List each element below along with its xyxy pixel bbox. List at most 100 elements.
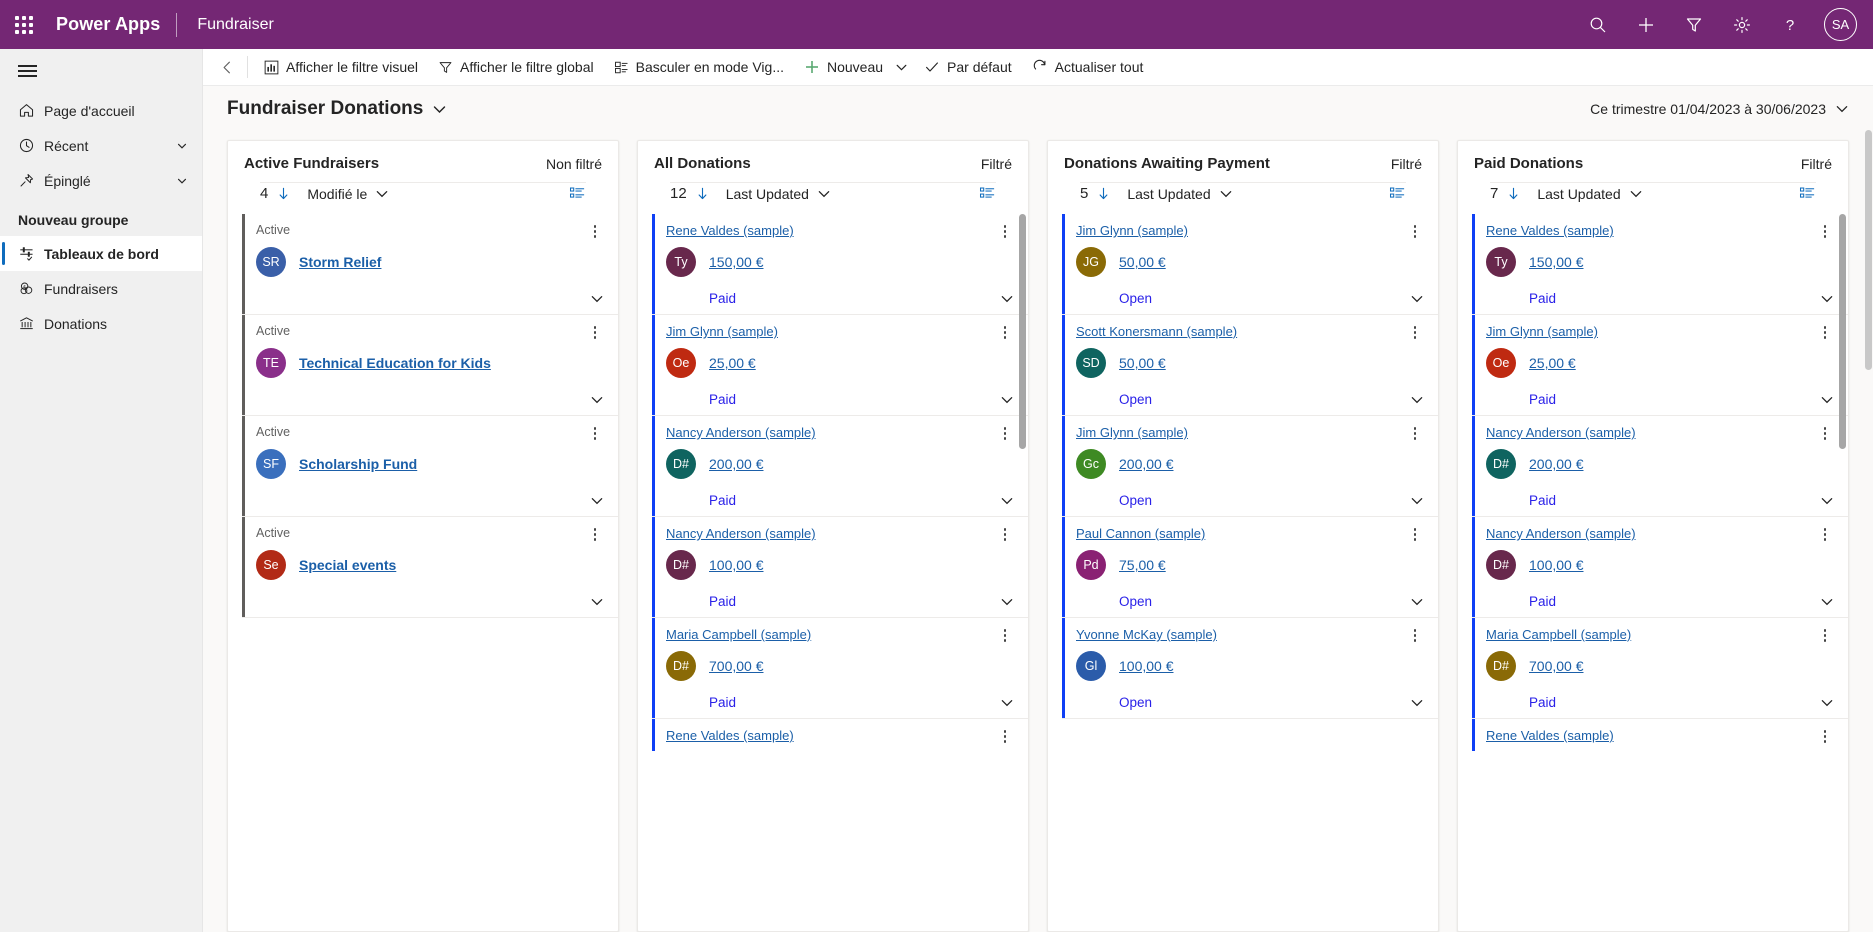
new-button[interactable]: Nouveau	[794, 51, 893, 84]
card-amount-link[interactable]: 100,00 €	[1529, 557, 1584, 573]
default-view-button[interactable]: Par défaut	[914, 51, 1022, 84]
card-expand-button[interactable]	[1410, 696, 1424, 710]
card-more-button[interactable]	[996, 324, 1014, 339]
card[interactable]: Nancy Anderson (sample) D# 100,00 € Paid	[652, 517, 1028, 618]
app-launcher-button[interactable]	[0, 0, 48, 49]
card-expand-button[interactable]	[1000, 595, 1014, 609]
card-state-label[interactable]: Paid	[1529, 493, 1556, 508]
stream-sort-label[interactable]: Modifié le	[307, 186, 367, 202]
card-state-label[interactable]: Open	[1119, 493, 1152, 508]
app-name-label[interactable]: Fundraiser	[177, 16, 273, 34]
show-global-filter-button[interactable]: Afficher le filtre global	[428, 51, 604, 84]
new-button[interactable]	[1622, 0, 1670, 49]
card-contact-link[interactable]: Rene Valdes (sample)	[1486, 223, 1614, 238]
card-contact-link[interactable]: Rene Valdes (sample)	[1486, 728, 1614, 743]
card-more-button[interactable]	[996, 425, 1014, 440]
card-amount-link[interactable]: 100,00 €	[709, 557, 764, 573]
card-title-link[interactable]: Scholarship Fund	[299, 456, 417, 472]
card-more-button[interactable]	[586, 223, 604, 238]
stream-sort-caret[interactable]	[1629, 187, 1643, 201]
card-title-link[interactable]: Technical Education for Kids	[299, 355, 491, 371]
stream-sort-label[interactable]: Last Updated	[1127, 186, 1210, 202]
chevron-down-icon[interactable]	[176, 140, 202, 152]
card-contact-link[interactable]: Nancy Anderson (sample)	[666, 526, 816, 541]
card-state-label[interactable]: Paid	[709, 291, 736, 306]
stream-sort-caret[interactable]	[817, 187, 831, 201]
card[interactable]: Active SR Storm Relief	[242, 214, 618, 315]
card-expand-button[interactable]	[590, 292, 604, 306]
user-avatar[interactable]: SA	[1824, 8, 1857, 41]
card-amount-link[interactable]: 150,00 €	[709, 254, 764, 270]
card-more-button[interactable]	[1816, 627, 1834, 642]
sort-direction-icon[interactable]	[695, 186, 710, 201]
card-amount-link[interactable]: 25,00 €	[709, 355, 756, 371]
card[interactable]: Active Se Special events	[242, 517, 618, 618]
card[interactable]: Nancy Anderson (sample) D# 200,00 € Paid	[1472, 416, 1848, 517]
card-more-button[interactable]	[586, 324, 604, 339]
page-scrollbar[interactable]	[1865, 130, 1872, 370]
card-amount-link[interactable]: 50,00 €	[1119, 355, 1166, 371]
card-contact-link[interactable]: Jim Glynn (sample)	[1076, 425, 1188, 440]
card[interactable]: Jim Glynn (sample) Oe 25,00 € Paid	[652, 315, 1028, 416]
card-contact-link[interactable]: Nancy Anderson (sample)	[1486, 526, 1636, 541]
stream-sort-label[interactable]: Last Updated	[726, 186, 809, 202]
card-state-label[interactable]: Paid	[1529, 291, 1556, 306]
switch-to-tile-mode-button[interactable]: Basculer en mode Vig...	[604, 51, 794, 84]
card[interactable]: Rene Valdes (sample) Ty 150,00 € Paid	[1472, 214, 1848, 315]
card-more-button[interactable]	[996, 223, 1014, 238]
sidebar-item-home[interactable]: Page d'accueil	[0, 93, 202, 128]
card-contact-link[interactable]: Jim Glynn (sample)	[1076, 223, 1188, 238]
card-state-label[interactable]: Paid	[709, 695, 736, 710]
card-expand-button[interactable]	[1820, 494, 1834, 508]
card-state-label[interactable]: Paid	[1529, 594, 1556, 609]
back-button[interactable]	[209, 49, 245, 85]
card-state-label[interactable]: Open	[1119, 392, 1152, 407]
card-more-button[interactable]	[1816, 728, 1834, 743]
card-amount-link[interactable]: 700,00 €	[1529, 658, 1584, 674]
show-visual-filter-button[interactable]: Afficher le filtre visuel	[254, 51, 428, 84]
card-more-button[interactable]	[1816, 324, 1834, 339]
card[interactable]: Nancy Anderson (sample) D# 100,00 € Paid	[1472, 517, 1848, 618]
card-expand-button[interactable]	[1820, 393, 1834, 407]
card[interactable]: Rene Valdes (sample) Ty 150,00 € Paid	[652, 214, 1028, 315]
refresh-all-button[interactable]: Actualiser tout	[1022, 51, 1154, 84]
card-expand-button[interactable]	[590, 393, 604, 407]
card-contact-link[interactable]: Maria Campbell (sample)	[666, 627, 811, 642]
card-amount-link[interactable]: 700,00 €	[709, 658, 764, 674]
stream-view-selector[interactable]	[1799, 185, 1816, 202]
stream-scrollbar[interactable]	[1839, 214, 1846, 931]
stream-view-selector[interactable]	[569, 185, 586, 202]
stream-view-selector[interactable]	[1389, 185, 1406, 202]
card[interactable]: Active SF Scholarship Fund	[242, 416, 618, 517]
card-contact-link[interactable]: Nancy Anderson (sample)	[666, 425, 816, 440]
help-button[interactable]: ?	[1766, 0, 1814, 49]
card[interactable]: Maria Campbell (sample) D# 700,00 € Paid	[1472, 618, 1848, 719]
card-amount-link[interactable]: 25,00 €	[1529, 355, 1576, 371]
card-title-link[interactable]: Special events	[299, 557, 396, 573]
card[interactable]: Yvonne McKay (sample) Gl 100,00 € Open	[1062, 618, 1438, 719]
card-more-button[interactable]	[1406, 627, 1424, 642]
card-contact-link[interactable]: Yvonne McKay (sample)	[1076, 627, 1217, 642]
card-amount-link[interactable]: 50,00 €	[1119, 254, 1166, 270]
card-amount-link[interactable]: 200,00 €	[1529, 456, 1584, 472]
card-expand-button[interactable]	[1000, 494, 1014, 508]
card-state-label[interactable]: Open	[1119, 291, 1152, 306]
dashboard-selector-caret[interactable]	[432, 102, 447, 117]
sidebar-collapse-button[interactable]	[0, 49, 202, 93]
card-state-label[interactable]: Paid	[709, 392, 736, 407]
stream-scrollbar[interactable]	[1019, 214, 1026, 931]
sort-direction-icon[interactable]	[1096, 186, 1111, 201]
card-expand-button[interactable]	[1410, 292, 1424, 306]
card-contact-link[interactable]: Jim Glynn (sample)	[666, 324, 778, 339]
card-state-label[interactable]: Open	[1119, 695, 1152, 710]
card-contact-link[interactable]: Scott Konersmann (sample)	[1076, 324, 1237, 339]
card[interactable]: Rene Valdes (sample)	[652, 719, 1028, 751]
card-expand-button[interactable]	[1410, 494, 1424, 508]
card-more-button[interactable]	[1406, 324, 1424, 339]
card-amount-link[interactable]: 200,00 €	[709, 456, 764, 472]
card-amount-link[interactable]: 75,00 €	[1119, 557, 1166, 573]
sidebar-item-fundraisers[interactable]: $ Fundraisers	[0, 271, 202, 306]
card-contact-link[interactable]: Paul Cannon (sample)	[1076, 526, 1205, 541]
search-button[interactable]	[1574, 0, 1622, 49]
date-range-selector[interactable]: Ce trimestre 01/04/2023 à 30/06/2023	[1590, 101, 1849, 117]
